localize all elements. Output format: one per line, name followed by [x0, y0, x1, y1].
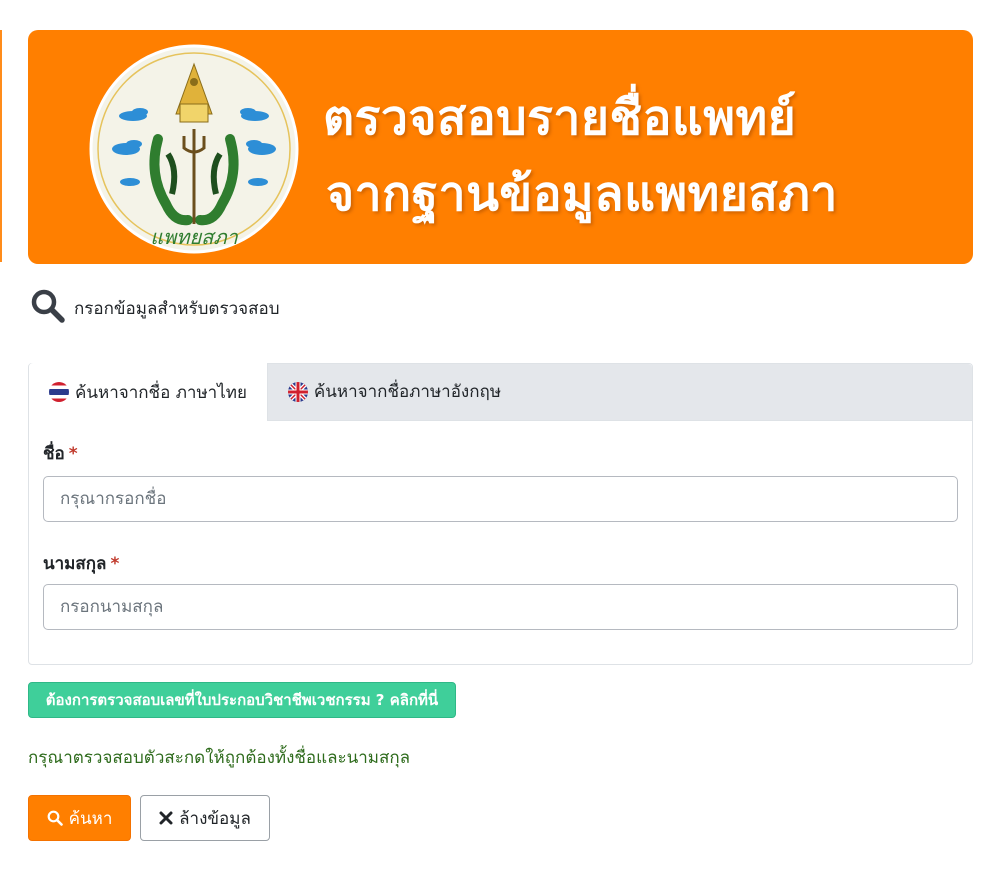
first-name-label-text: ชื่อ — [43, 444, 65, 464]
left-edge-accent — [0, 30, 2, 262]
last-name-label-text: นามสกุล — [43, 554, 107, 574]
first-name-label: ชื่อ * — [43, 440, 78, 467]
tab-bar: ค้นหาจากชื่อ ภาษาไทย ค้นหาจากชื่อภาษาอัง… — [29, 363, 972, 421]
first-name-input[interactable] — [43, 476, 958, 522]
thai-flag-icon — [49, 382, 69, 402]
search-icon — [30, 288, 66, 328]
required-marker: * — [110, 554, 120, 574]
svg-text:แพทยสภา: แพทยสภา — [150, 225, 238, 249]
clear-button-label: ล้างข้อมูล — [179, 808, 251, 829]
tab-search-english[interactable]: ค้นหาจากชื่อภาษาอังกฤษ — [268, 363, 521, 420]
last-name-label: นามสกุล * — [43, 550, 119, 577]
search-form-panel: ค้นหาจากชื่อ ภาษาไทย ค้นหาจากชื่อภาษาอัง… — [28, 363, 973, 665]
section-heading-label: กรอกข้อมูลสำหรับตรวจสอบ — [74, 298, 280, 319]
tab-search-thai-label: ค้นหาจากชื่อ ภาษาไทย — [75, 382, 247, 403]
header-banner: แพทยสภา ตรวจสอบรายชื่อแพทย์ จากฐานข้อมูล… — [28, 30, 973, 264]
close-icon — [159, 811, 173, 825]
medical-council-logo: แพทยสภา — [89, 44, 299, 254]
search-button[interactable]: ค้นหา — [28, 795, 131, 841]
tab-search-thai[interactable]: ค้นหาจากชื่อ ภาษาไทย — [29, 363, 268, 421]
tab-search-english-label: ค้นหาจากชื่อภาษาอังกฤษ — [313, 382, 502, 402]
last-name-input[interactable] — [43, 584, 958, 630]
search-icon — [47, 810, 63, 826]
uk-flag-icon — [287, 381, 308, 402]
license-check-button[interactable]: ต้องการตรวจสอบเลขที่ใบประกอบวิชาชีพเวชกร… — [28, 682, 456, 718]
search-button-label: ค้นหา — [68, 808, 113, 829]
banner-title-line-1: ตรวจสอบรายชื่อแพทย์ — [323, 90, 797, 146]
spelling-hint: กรุณาตรวจสอบตัวสะกดให้ถูกต้องทั้งชื่อและ… — [28, 748, 411, 768]
required-marker: * — [68, 444, 78, 464]
clear-button[interactable]: ล้างข้อมูล — [140, 795, 270, 841]
section-heading: กรอกข้อมูลสำหรับตรวจสอบ — [30, 288, 280, 328]
banner-title-line-2: จากฐานข้อมูลแพทยสภา — [326, 166, 838, 222]
